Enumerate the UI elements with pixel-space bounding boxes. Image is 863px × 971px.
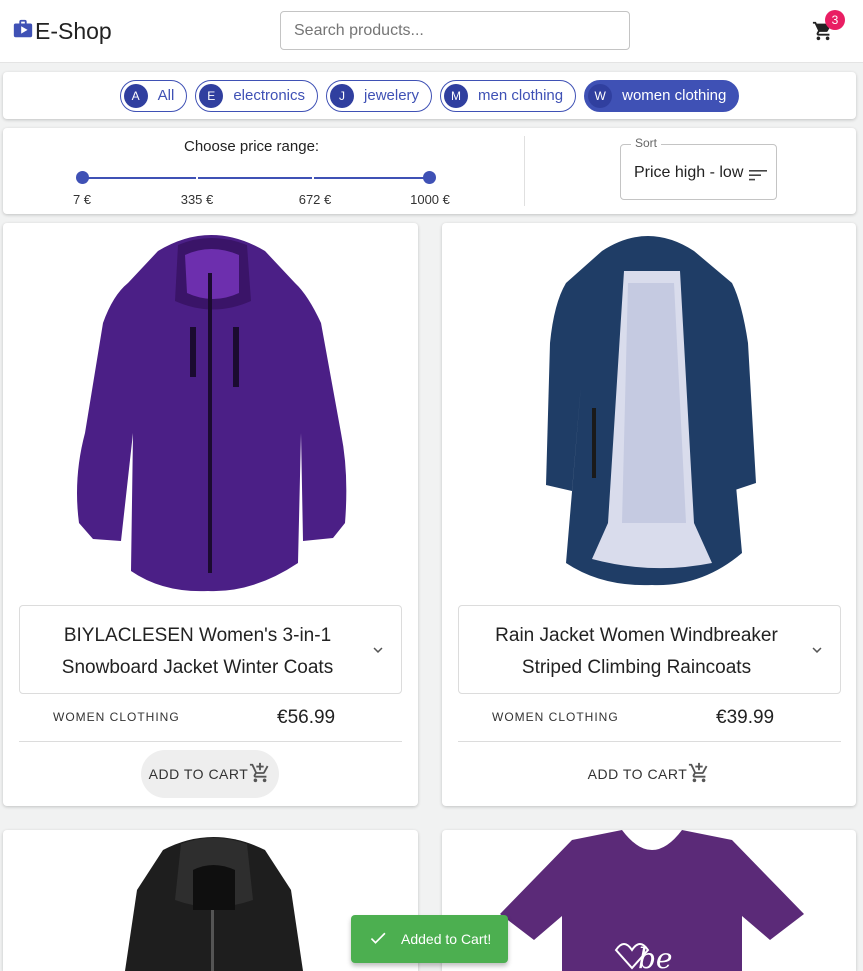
svg-text:be: be bbox=[638, 942, 673, 971]
filter-panel: Choose price range: 7 € 335 € 672 € 1000… bbox=[3, 128, 856, 214]
product-title-accordion[interactable]: Rain Jacket Women Windbreaker Striped Cl… bbox=[458, 605, 841, 694]
price-slider-min-thumb[interactable] bbox=[76, 171, 89, 184]
app-header: E-Shop 3 bbox=[0, 0, 863, 63]
cart-count-badge: 3 bbox=[825, 10, 845, 30]
chip-avatar: M bbox=[444, 83, 469, 108]
price-tick-label: 335 € bbox=[180, 192, 214, 207]
chip-label: electronics bbox=[233, 87, 306, 104]
category-chip-jewelery[interactable]: J jewelery bbox=[326, 79, 433, 112]
chip-avatar: E bbox=[199, 83, 224, 108]
product-card: BIYLACLESEN Women's 3-in-1 Snowboard Jac… bbox=[3, 223, 418, 806]
price-tick-label: 1000 € bbox=[410, 192, 450, 207]
toast-message: Added to Cart! bbox=[401, 931, 492, 947]
product-title: BIYLACLESEN Women's 3-in-1 Snowboard Jac… bbox=[61, 625, 334, 678]
slider-mark bbox=[312, 174, 314, 182]
card-divider bbox=[458, 741, 841, 742]
price-slider-max-thumb[interactable] bbox=[423, 171, 436, 184]
sort-icon bbox=[748, 167, 768, 183]
product-price: €56.99 bbox=[277, 707, 336, 728]
category-chip-men-clothing[interactable]: M men clothing bbox=[440, 79, 577, 112]
slider-mark bbox=[196, 174, 198, 182]
product-category: WOMEN CLOTHING bbox=[492, 710, 619, 724]
chip-label: All bbox=[157, 87, 175, 104]
add-to-cart-label: ADD TO CART bbox=[148, 766, 249, 782]
category-filter-bar: A All E electronics J jewelery M men clo… bbox=[3, 72, 856, 119]
product-image-navy-raincoat[interactable] bbox=[442, 223, 856, 603]
add-to-cart-label: ADD TO CART bbox=[587, 766, 688, 782]
chip-avatar: J bbox=[330, 83, 355, 108]
price-slider-track[interactable] bbox=[82, 177, 430, 179]
logo-text: E-Shop bbox=[35, 18, 112, 44]
shop-bag-icon bbox=[12, 18, 34, 45]
product-card: Rain Jacket Women Windbreaker Striped Cl… bbox=[442, 223, 856, 806]
add-shopping-cart-icon bbox=[248, 762, 271, 787]
product-image-purple-jacket[interactable] bbox=[3, 223, 418, 603]
check-icon bbox=[351, 928, 401, 951]
chip-avatar: W bbox=[588, 83, 613, 108]
sort-select[interactable]: Sort Price high - low bbox=[620, 136, 777, 200]
card-divider bbox=[19, 741, 402, 742]
chevron-down-icon[interactable] bbox=[808, 641, 826, 659]
product-title-accordion[interactable]: BIYLACLESEN Women's 3-in-1 Snowboard Jac… bbox=[19, 605, 402, 694]
shopping-cart-icon bbox=[812, 21, 834, 46]
chip-avatar: A bbox=[123, 83, 148, 108]
price-range-label: Choose price range: bbox=[184, 138, 320, 155]
chip-label: jewelery bbox=[364, 87, 420, 104]
chip-label: women clothing bbox=[622, 87, 727, 104]
chevron-down-icon[interactable] bbox=[369, 641, 387, 659]
add-to-cart-button[interactable]: ADD TO CART bbox=[580, 750, 718, 798]
product-category: WOMEN CLOTHING bbox=[53, 710, 180, 724]
sort-value: Price high - low bbox=[634, 164, 744, 181]
sort-legend: Sort bbox=[631, 136, 662, 150]
price-tick-label: 7 € bbox=[72, 192, 92, 207]
product-title: Rain Jacket Women Windbreaker Striped Cl… bbox=[495, 625, 778, 678]
search-input[interactable] bbox=[280, 11, 630, 50]
price-tick-label: 672 € bbox=[298, 192, 332, 207]
product-price: €39.99 bbox=[716, 707, 775, 728]
add-shopping-cart-icon bbox=[687, 762, 710, 787]
category-chip-women-clothing[interactable]: W women clothing bbox=[584, 79, 740, 112]
add-to-cart-button[interactable]: ADD TO CART bbox=[141, 750, 279, 798]
logo[interactable]: E-Shop bbox=[12, 17, 112, 45]
added-to-cart-toast: Added to Cart! bbox=[351, 915, 508, 963]
chip-label: men clothing bbox=[478, 87, 564, 104]
filter-divider bbox=[524, 136, 525, 206]
category-chip-electronics[interactable]: E electronics bbox=[195, 79, 319, 112]
category-chip-all[interactable]: A All bbox=[119, 79, 188, 112]
